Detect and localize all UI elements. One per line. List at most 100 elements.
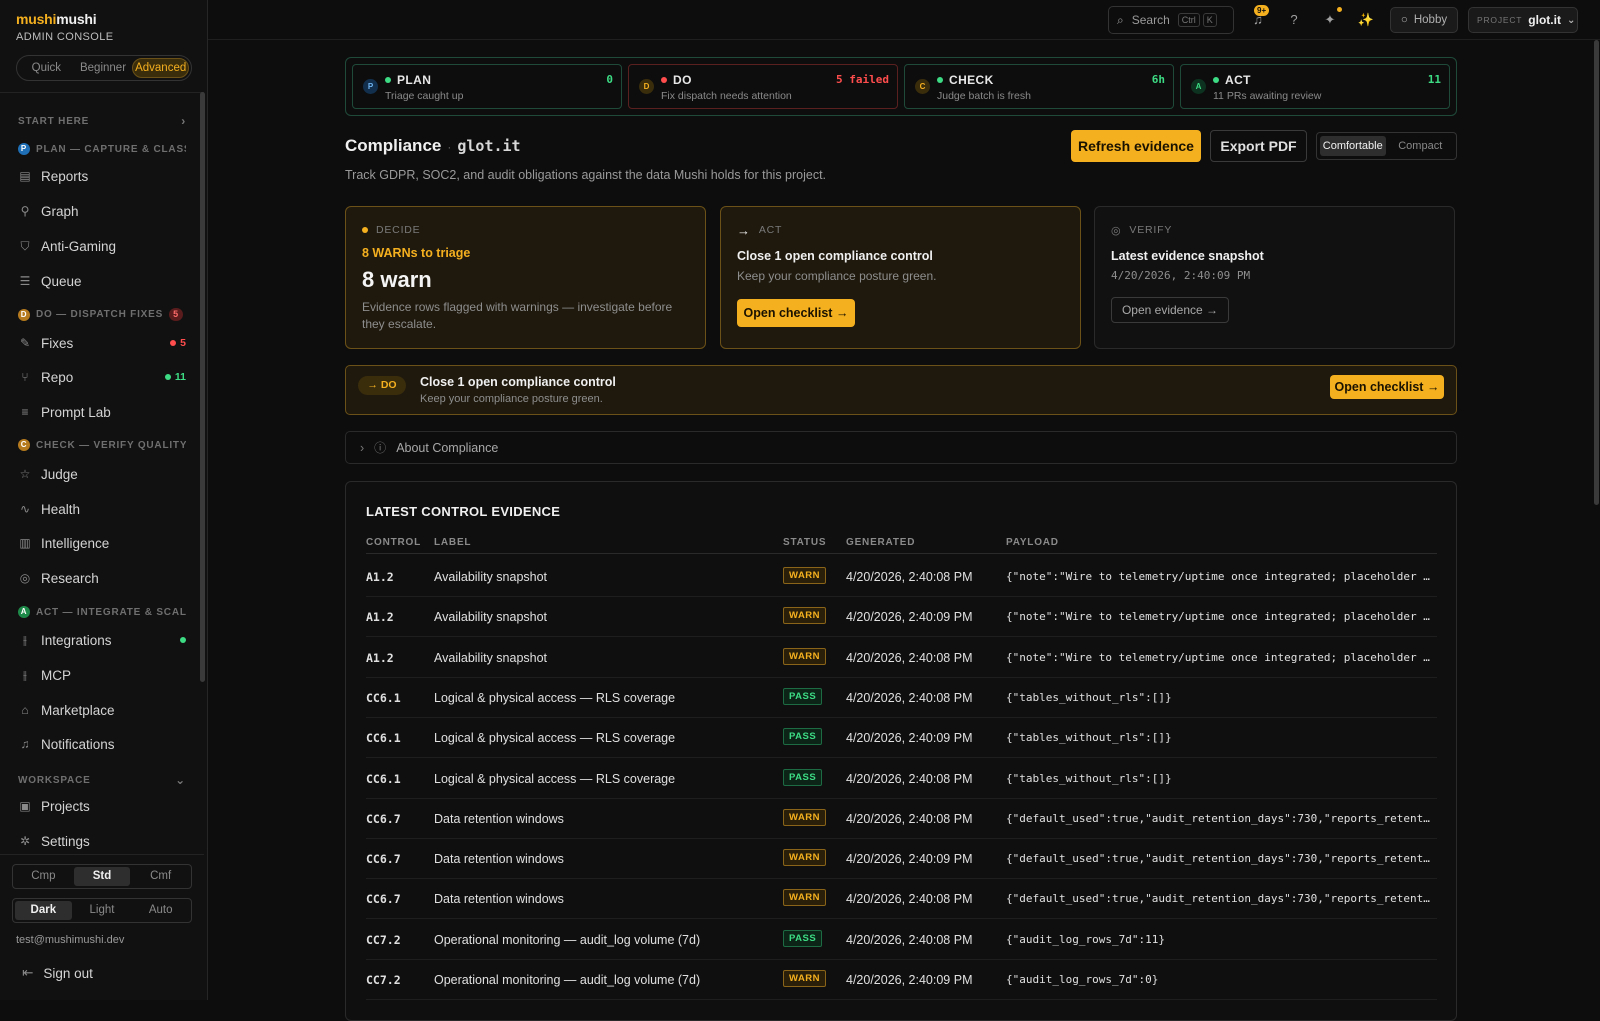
chevron-down-icon: ⌄ [1566,14,1576,26]
sidebar-item-reports[interactable]: ▤ Reports [18,162,186,190]
section-check: C CHECK — VERIFY QUALITY [18,439,186,451]
sidebar-item-anti-gaming[interactable]: ⛉ Anti-Gaming [18,232,186,260]
table-row[interactable]: CC7.2 Operational monitoring — audit_log … [366,920,1437,960]
theme-dark[interactable]: Dark [15,901,72,920]
mode-advanced[interactable]: Advanced [132,58,190,78]
view-comfortable[interactable]: Comfortable [1320,136,1386,156]
magic-icon[interactable]: ✨ [1356,10,1376,30]
open-checklist-button[interactable]: Open checklist → [737,299,855,327]
sidebar-item-settings[interactable]: ✲ Settings [18,827,186,855]
payload-cell: {"note":"Wire to telemetry/uptime once i… [1006,570,1436,583]
control-label: Availability snapshot [434,610,548,625]
section-workspace[interactable]: WORKSPACE ⌄ [18,773,186,787]
notification-badge: 9+ [1254,5,1270,16]
theme-light[interactable]: Light [74,901,131,920]
sidebar-item-health[interactable]: ∿ Health [18,495,186,523]
pdca-do[interactable]: D DO Fix dispatch needs attention 5 fail… [628,64,898,109]
kbd-ctrl: Ctrl [1177,13,1200,27]
mode-quick[interactable]: Quick [19,58,74,78]
generated-timestamp: 4/20/2026, 2:40:09 PM [846,731,973,746]
theme-auto[interactable]: Auto [132,901,189,920]
sidebar-item-queue[interactable]: ☰ Queue [18,267,186,295]
table-row[interactable]: CC6.1 Logical & physical access — RLS cov… [366,718,1437,759]
do-badge: D [18,308,30,321]
control-label: Logical & physical access — RLS coverage [434,771,676,786]
sidebar-item-prompt-lab[interactable]: ≡ Prompt Lab [18,398,186,426]
brand-logo[interactable]: mushimushi [16,11,97,27]
plan-badge[interactable]: ○ Hobby [1390,7,1458,33]
control-id: A1.2 [366,650,394,665]
branch-icon: ⑂ [21,370,29,384]
sidebar-item-integrations[interactable]: ⫲ Integrations [18,626,186,654]
lab-icon: ≡ [21,405,29,419]
sidebar-scrollbar[interactable] [200,92,205,682]
status-badge: WARN [783,647,827,665]
queue-icon: ☰ [19,274,31,288]
density-std[interactable]: Std [73,867,131,886]
table-header: CONTROL LABEL STATUS GENERATED PAYLOAD [366,537,1437,554]
graph-icon: ⚲ [20,204,30,218]
integrations-status-dot [180,637,186,643]
sign-out-button[interactable]: ⇤ Sign out [22,965,93,981]
do-open-checklist-button[interactable]: Open checklist → [1330,375,1444,399]
page-title: Compliance · glot.it [345,136,521,155]
sparkle-icon[interactable]: ✦ [1320,10,1340,30]
control-id: CC7.2 [366,973,401,987]
sidebar-item-repo[interactable]: ⑂ Repo 11 [18,363,186,391]
table-row[interactable]: CC6.7 Data retention windows WARN 4/20/2026… [366,799,1437,839]
do-pill: → DO [358,376,406,395]
status-badge: WARN [783,849,827,867]
sidebar-item-research[interactable]: ◎ Research [18,564,186,592]
evidence-panel: LATEST CONTROL EVIDENCE CONTROL LABEL ST… [345,481,1457,1021]
view-density-toggle: Comfortable Compact [1316,132,1457,160]
open-evidence-button[interactable]: Open evidence → [1111,297,1229,323]
wrench-icon: ✎ [19,336,31,350]
pdca-act[interactable]: A ACT 11 PRs awaiting review 11 [1180,64,1450,109]
section-do: D DO — DISPATCH FIXES 5 [18,308,186,321]
export-pdf-button[interactable]: Export PDF [1210,130,1307,162]
pdca-check[interactable]: C CHECK Judge batch is fresh 6h [904,64,1174,109]
table-row[interactable]: A1.2 Availability snapshot WARN 4/20/2026, … [366,557,1437,597]
mode-beginner[interactable]: Beginner [76,58,131,78]
control-label: Data retention windows [434,892,564,907]
table-row[interactable]: A1.2 Availability snapshot WARN 4/20/2026, … [366,638,1437,678]
sidebar-item-fixes[interactable]: ✎ Fixes 5 [18,329,186,357]
main-scrollbar[interactable] [1594,40,1599,505]
section-plan: P PLAN — CAPTURE & CLASS... [18,143,186,155]
payload-cell: {"tables_without_rls":[]} [1006,731,1172,745]
sidebar-item-graph[interactable]: ⚲ Graph [18,197,186,225]
about-compliance-toggle[interactable]: › ⓘ About Compliance [345,431,1457,464]
sidebar-item-judge[interactable]: ☆ Judge [18,460,186,488]
divider [0,854,204,855]
status-badge: PASS [783,728,823,746]
bell-icon: ♫ [20,737,30,751]
density-cmp[interactable]: Cmp [15,867,72,886]
project-switcher[interactable]: PROJECT glot.it ⌄ [1468,7,1578,33]
density-cmf[interactable]: Cmf [132,867,189,886]
sidebar-item-projects[interactable]: ▣ Projects [18,792,186,820]
section-start-here[interactable]: START HERE › [18,114,186,128]
page-description: Track GDPR, SOC2, and audit obligations … [345,168,827,182]
pdca-plan[interactable]: P PLAN Triage caught up 0 [352,64,622,109]
payload-cell: {"default_used":true,"audit_retention_da… [1006,852,1436,866]
shield-icon: ⛉ [20,239,30,253]
help-icon[interactable]: ? [1284,10,1304,30]
table-row[interactable]: A1.2 Availability snapshot WARN 4/20/2026, … [366,597,1437,638]
sidebar-item-intelligence[interactable]: ▥ Intelligence [18,529,186,557]
kbd-k: K [1202,13,1217,27]
table-row[interactable]: CC6.1 Logical & physical access — RLS cov… [366,678,1437,718]
table-row[interactable]: CC6.7 Data retention windows WARN 4/20/2026… [366,839,1437,880]
sidebar-item-mcp[interactable]: ⫲ MCP [18,661,186,689]
control-id: CC6.7 [366,892,401,907]
repo-badge: 11 [164,371,186,383]
search-button[interactable]: ⌕ Search Ctrl K [1108,6,1234,34]
table-row[interactable]: CC6.1 Logical & physical access — RLS cov… [366,759,1437,799]
refresh-evidence-button[interactable]: Refresh evidence [1071,130,1201,162]
control-id: CC7.2 [366,932,401,947]
table-row[interactable]: CC6.7 Data retention windows WARN 4/20/2026… [366,879,1437,920]
table-row[interactable]: CC7.2 Operational monitoring — audit_log … [366,960,1437,1000]
generated-timestamp: 4/20/2026, 2:40:08 PM [846,932,973,947]
view-compact[interactable]: Compact [1388,136,1454,156]
sidebar-item-notifications[interactable]: ♫ Notifications [18,730,186,758]
sidebar-item-marketplace[interactable]: ⌂ Marketplace [18,696,186,724]
